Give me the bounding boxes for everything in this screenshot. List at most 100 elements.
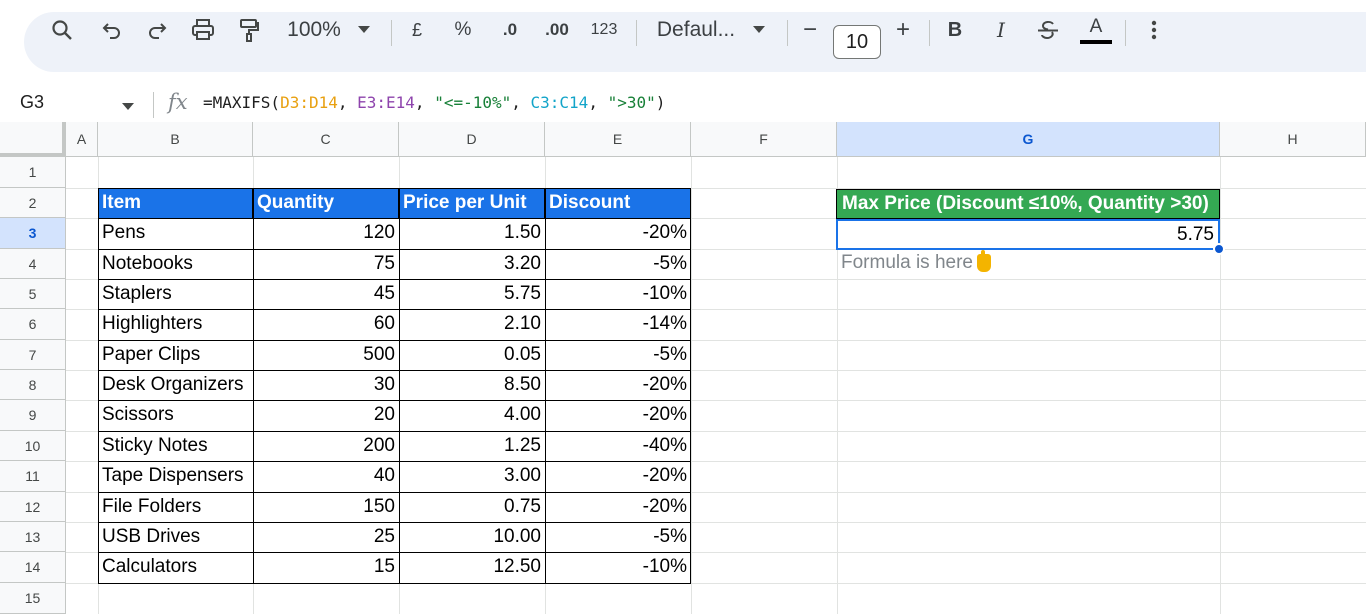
- row-header-7[interactable]: 7: [0, 340, 66, 370]
- table-cell-item[interactable]: Tape Dispensers: [98, 461, 253, 491]
- table-cell-quantity[interactable]: 25: [253, 522, 399, 552]
- table-cell-item[interactable]: Scissors: [98, 400, 253, 430]
- select-all-corner[interactable]: [0, 122, 66, 157]
- increase-font-size-button[interactable]: +: [891, 0, 915, 60]
- print-icon[interactable]: [189, 0, 217, 60]
- table-cell-price-per-unit[interactable]: 1.25: [399, 431, 545, 461]
- row-header-3[interactable]: 3: [0, 218, 66, 249]
- table-cell-price-per-unit[interactable]: 0.05: [399, 340, 545, 370]
- table-cell-quantity[interactable]: 45: [253, 279, 399, 309]
- table-cell-price-per-unit[interactable]: 3.20: [399, 249, 545, 279]
- row-header-8[interactable]: 8: [0, 370, 66, 400]
- row-header-15[interactable]: 15: [0, 583, 66, 614]
- row-header-10[interactable]: 10: [0, 431, 66, 461]
- font-caret-icon[interactable]: [750, 0, 768, 60]
- table-cell-discount[interactable]: -10%: [545, 279, 691, 309]
- table-cell-item[interactable]: USB Drives: [98, 522, 253, 552]
- row-header-11[interactable]: 11: [0, 461, 66, 492]
- table-cell-quantity[interactable]: 500: [253, 340, 399, 370]
- table-cell-item[interactable]: File Folders: [98, 492, 253, 522]
- table-cell-discount[interactable]: -20%: [545, 461, 691, 491]
- row-header-9[interactable]: 9: [0, 400, 66, 431]
- table-cell-discount[interactable]: -5%: [545, 522, 691, 552]
- decrease-font-size-button[interactable]: −: [799, 0, 821, 60]
- text-color-button[interactable]: A: [1079, 0, 1113, 60]
- table-cell-price-per-unit[interactable]: 1.50: [399, 218, 545, 248]
- table-cell-price-per-unit[interactable]: 10.00: [399, 522, 545, 552]
- table-cell-item[interactable]: Calculators: [98, 552, 253, 582]
- font-select[interactable]: Defaul...: [655, 0, 737, 60]
- column-header-e[interactable]: E: [545, 122, 691, 157]
- table-cell-quantity[interactable]: 30: [253, 370, 399, 400]
- paint-format-icon[interactable]: [236, 0, 262, 60]
- currency-format-button[interactable]: £: [406, 0, 428, 60]
- table-cell-discount[interactable]: -20%: [545, 492, 691, 522]
- row-header-14[interactable]: 14: [0, 552, 66, 583]
- redo-icon[interactable]: [144, 0, 170, 60]
- table-header-discount[interactable]: Discount: [545, 188, 691, 218]
- table-cell-quantity[interactable]: 40: [253, 461, 399, 491]
- table-cell-quantity[interactable]: 20: [253, 400, 399, 430]
- table-cell-item[interactable]: Desk Organizers: [98, 370, 253, 400]
- zoom-caret-icon[interactable]: [355, 0, 373, 60]
- table-cell-quantity[interactable]: 120: [253, 218, 399, 248]
- table-cell-discount[interactable]: -20%: [545, 218, 691, 248]
- column-header-h[interactable]: H: [1220, 122, 1366, 157]
- table-cell-price-per-unit[interactable]: 3.00: [399, 461, 545, 491]
- table-header-quantity[interactable]: Quantity: [253, 188, 399, 218]
- table-cell-discount[interactable]: -20%: [545, 370, 691, 400]
- table-cell-item[interactable]: Paper Clips: [98, 340, 253, 370]
- column-header-f[interactable]: F: [691, 122, 837, 157]
- increase-decimal-button[interactable]: .00: [541, 0, 573, 60]
- table-header-item[interactable]: Item: [98, 188, 253, 218]
- name-box[interactable]: G3: [20, 92, 44, 113]
- row-header-5[interactable]: 5: [0, 279, 66, 309]
- table-cell-price-per-unit[interactable]: 5.75: [399, 279, 545, 309]
- table-cell-item[interactable]: Pens: [98, 218, 253, 248]
- column-header-b[interactable]: B: [98, 122, 253, 157]
- table-cell-discount[interactable]: -10%: [545, 552, 691, 582]
- row-header-13[interactable]: 13: [0, 522, 66, 552]
- more-formats-button[interactable]: 123: [588, 0, 620, 60]
- table-cell-price-per-unit[interactable]: 0.75: [399, 492, 545, 522]
- table-cell-discount[interactable]: -5%: [545, 340, 691, 370]
- table-cell-discount[interactable]: -20%: [545, 400, 691, 430]
- table-cell-quantity[interactable]: 150: [253, 492, 399, 522]
- table-cell-quantity[interactable]: 60: [253, 309, 399, 339]
- table-cell-price-per-unit[interactable]: 2.10: [399, 309, 545, 339]
- table-cell-item[interactable]: Sticky Notes: [98, 431, 253, 461]
- fill-handle[interactable]: [1213, 243, 1225, 255]
- row-header-1[interactable]: 1: [0, 157, 66, 188]
- table-header-price-per-unit[interactable]: Price per Unit: [399, 188, 545, 218]
- row-header-12[interactable]: 12: [0, 492, 66, 522]
- decrease-decimal-button[interactable]: .0: [494, 0, 526, 60]
- table-cell-item[interactable]: Notebooks: [98, 249, 253, 279]
- strikethrough-icon[interactable]: [1035, 0, 1061, 60]
- formula-note[interactable]: Formula is here: [841, 250, 991, 274]
- more-options-icon[interactable]: [1145, 0, 1163, 60]
- undo-icon[interactable]: [99, 0, 125, 60]
- percent-format-button[interactable]: %: [452, 0, 474, 60]
- table-cell-quantity[interactable]: 15: [253, 552, 399, 582]
- table-cell-discount[interactable]: -40%: [545, 431, 691, 461]
- column-header-d[interactable]: D: [399, 122, 545, 157]
- table-cell-quantity[interactable]: 75: [253, 249, 399, 279]
- table-cell-item[interactable]: Staplers: [98, 279, 253, 309]
- table-cell-price-per-unit[interactable]: 12.50: [399, 552, 545, 582]
- result-cell-g3[interactable]: 5.75: [836, 219, 1220, 250]
- name-box-caret-icon[interactable]: [122, 98, 134, 116]
- table-cell-item[interactable]: Highlighters: [98, 309, 253, 339]
- column-header-g[interactable]: G: [837, 122, 1220, 157]
- column-header-a[interactable]: A: [66, 122, 98, 157]
- search-menus-icon[interactable]: [48, 0, 76, 60]
- table-cell-price-per-unit[interactable]: 4.00: [399, 400, 545, 430]
- font-size-input[interactable]: 10: [833, 25, 881, 59]
- table-cell-discount[interactable]: -14%: [545, 309, 691, 339]
- row-header-6[interactable]: 6: [0, 309, 66, 340]
- result-header[interactable]: Max Price (Discount ≤10%, Quantity >30): [836, 189, 1220, 219]
- row-header-2[interactable]: 2: [0, 188, 66, 218]
- row-header-4[interactable]: 4: [0, 249, 66, 279]
- bold-button[interactable]: B: [944, 0, 966, 60]
- table-cell-quantity[interactable]: 200: [253, 431, 399, 461]
- italic-button[interactable]: I: [990, 0, 1012, 60]
